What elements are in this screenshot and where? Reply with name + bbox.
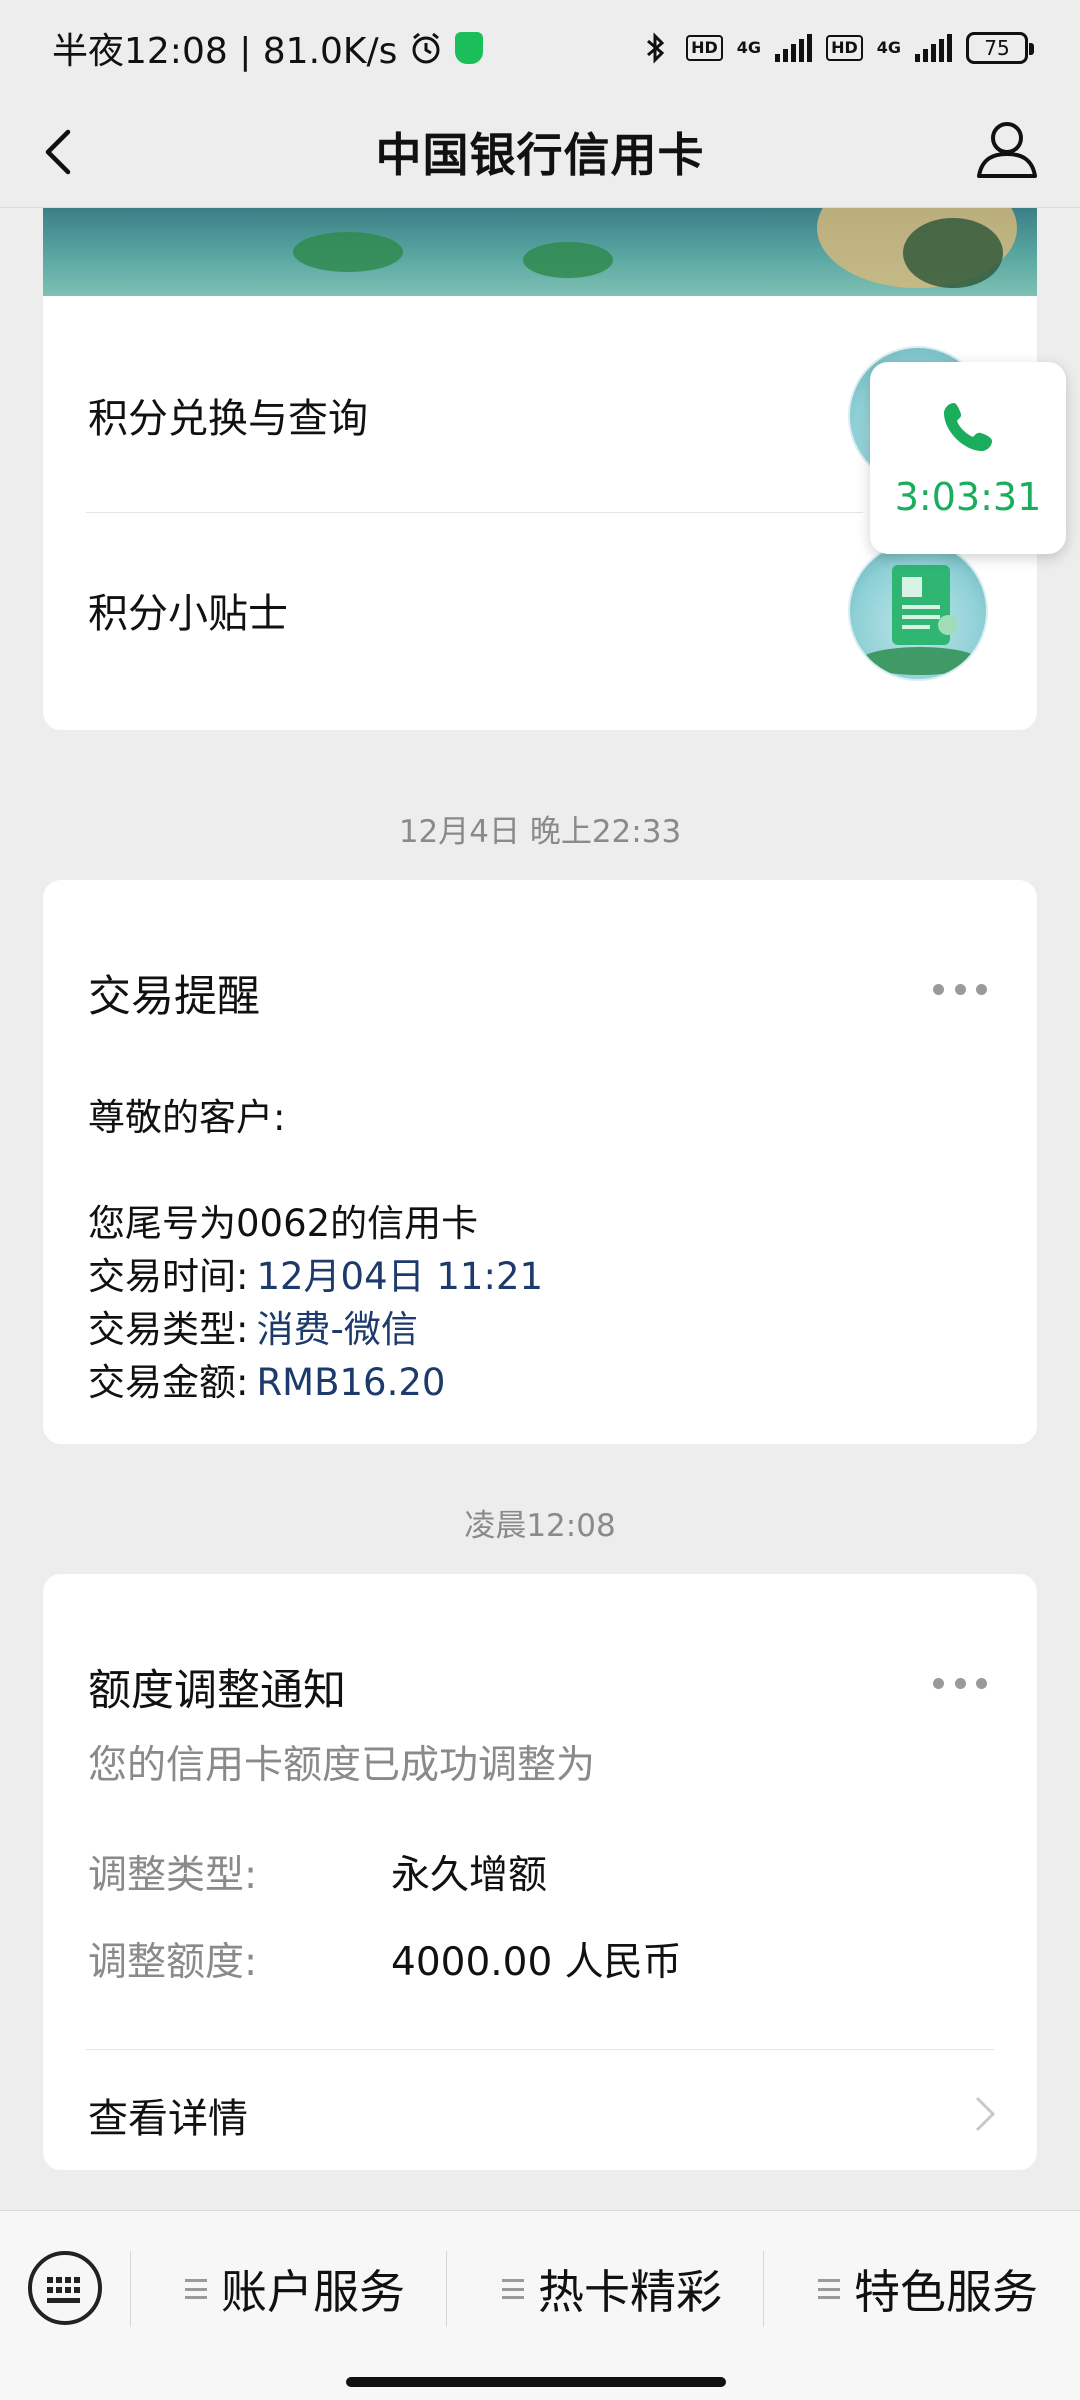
divider <box>86 512 863 513</box>
signal-icon-2 <box>915 34 952 62</box>
detail-value: 12月04日 11:21 <box>256 1255 544 1298</box>
security-shield-icon <box>455 32 484 64</box>
menu-label: 热卡精彩 <box>538 2265 722 2319</box>
detail-label: 交易时间: <box>88 1255 249 1298</box>
transaction-alert-card[interactable]: 交易提醒 尊敬的客户: 您尾号为0062的信用卡 交易时间: 12月04日 11:… <box>43 880 1037 1444</box>
detail-row: 交易时间: 12月04日 11:21 <box>88 1246 543 1300</box>
menu-list-icon <box>818 2279 840 2299</box>
points-tips-thumbnail[interactable] <box>848 541 988 681</box>
intro-text: 您尾号为0062的信用卡 <box>88 1202 479 1245</box>
detail-label: 交易类型: <box>88 1308 249 1351</box>
menu-list-icon <box>185 2279 207 2299</box>
call-duration: 3:03:31 <box>894 475 1042 519</box>
menu-special-services[interactable]: 特色服务 <box>818 2249 1038 2329</box>
card-title: 交易提醒 <box>88 972 260 1022</box>
adjust-amount-label: 调整额度: <box>88 1940 258 1985</box>
signal-icon <box>775 34 813 62</box>
hd-badge: HD <box>686 35 723 61</box>
menu-separator <box>446 2251 447 2327</box>
bluetooth-icon <box>647 32 665 64</box>
divider <box>86 2049 994 2050</box>
chevron-right-icon[interactable] <box>973 2094 997 2134</box>
network-type: 4G <box>736 38 762 57</box>
keyboard-icon <box>47 2277 83 2303</box>
adjust-type-label: 调整类型: <box>88 1853 258 1898</box>
menu-label: 账户服务 <box>221 2265 405 2319</box>
detail-value: RMB16.20 <box>256 1361 446 1404</box>
back-icon[interactable] <box>34 126 86 178</box>
menu-account-services[interactable]: 账户服务 <box>185 2249 405 2329</box>
menu-label: 特色服务 <box>854 2265 1038 2319</box>
detail-value: 消费-微信 <box>256 1308 418 1351</box>
detail-row: 交易类型: 消费-微信 <box>88 1299 418 1353</box>
menu-separator <box>763 2251 764 2327</box>
home-indicator[interactable] <box>346 2377 726 2387</box>
menu-item-points-exchange[interactable]: 积分兑换与查询 <box>88 386 368 444</box>
adjust-type-value: 永久增额 <box>391 1853 548 1898</box>
phone-icon <box>944 403 992 451</box>
menu-list-icon <box>502 2279 524 2299</box>
detail-row: 交易金额: RMB16.20 <box>88 1352 445 1406</box>
bottom-menu-bar: 账户服务 热卡精彩 特色服务 <box>0 2210 1080 2400</box>
card-subtitle: 您的信用卡额度已成功调整为 <box>88 1743 596 1788</box>
message-timestamp: 12月4日 晚上22:33 <box>398 814 682 850</box>
battery-icon: 75 <box>966 32 1034 64</box>
banner-image[interactable] <box>43 208 1037 296</box>
card-title: 额度调整通知 <box>88 1666 346 1716</box>
status-time-speed: 半夜12:08 | 81.0K/s <box>52 31 398 72</box>
view-details-link[interactable]: 查看详情 <box>88 2086 248 2144</box>
hd-badge-2: HD <box>826 35 863 61</box>
alarm-icon <box>412 32 440 64</box>
menu-hot-card[interactable]: 热卡精彩 <box>502 2249 722 2329</box>
page-title: 中国银行信用卡 <box>375 127 705 182</box>
nav-bar: 中国银行信用卡 <box>0 96 1080 208</box>
adjust-amount-value: 4000.00 人民币 <box>391 1940 682 1985</box>
message-timestamp: 凌晨12:08 <box>464 1508 616 1544</box>
limit-adjust-card[interactable]: 额度调整通知 您的信用卡额度已成功调整为 调整类型: 永久增额 调整额度: 40… <box>43 1574 1037 2170</box>
screen: 半夜12:08 | 81.0K/s HD 4G HD 4G 75 中国银行信用卡… <box>0 0 1080 2400</box>
menu-item-points-tips[interactable]: 积分小贴士 <box>88 581 288 639</box>
detail-label: 交易金额: <box>88 1361 249 1404</box>
more-options-icon[interactable] <box>933 1678 987 1690</box>
profile-icon[interactable] <box>972 114 1042 184</box>
keyboard-toggle-button[interactable] <box>28 2251 102 2325</box>
greeting-text: 尊敬的客户: <box>88 1096 286 1139</box>
floating-call-widget[interactable]: 3:03:31 <box>870 362 1066 554</box>
more-options-icon[interactable] <box>933 984 987 996</box>
menu-separator <box>130 2251 131 2327</box>
network-type-2: 4G <box>876 38 901 57</box>
status-bar: 半夜12:08 | 81.0K/s HD 4G HD 4G 75 <box>0 0 1080 96</box>
